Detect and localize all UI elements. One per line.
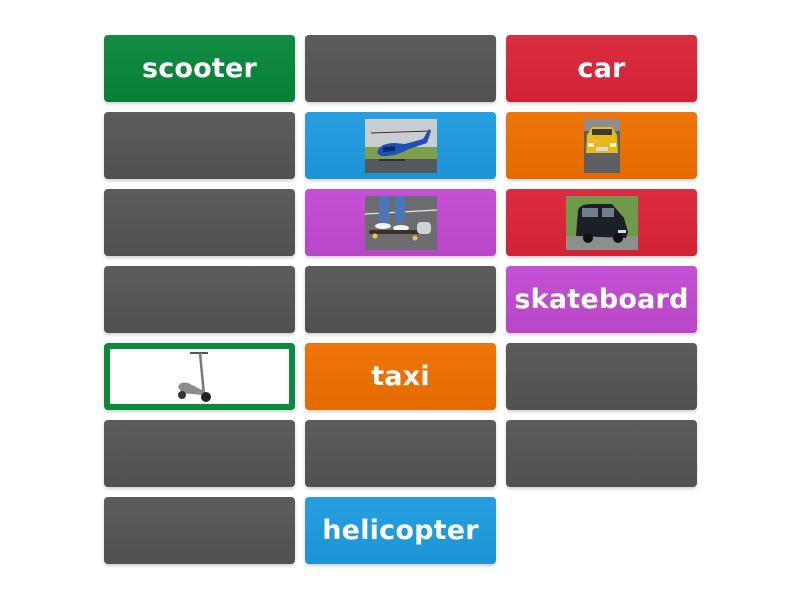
taxi-photo-icon [583,118,620,173]
tile-label: taxi [371,361,430,392]
image-tile-scooter-selected[interactable] [104,343,295,410]
image-tile-taxi[interactable] [506,112,697,179]
hidden-tile[interactable] [104,266,295,333]
hidden-tile[interactable] [305,35,496,102]
hidden-tile[interactable] [305,420,496,487]
scooter-photo-icon [173,349,226,404]
image-tile-helicopter[interactable] [305,112,496,179]
car-photo-icon [565,195,638,250]
tile-label: car [577,53,626,84]
hidden-tile[interactable] [104,112,295,179]
word-tile-taxi[interactable]: taxi [305,343,496,410]
helicopter-photo-icon [364,118,437,173]
image-tile-skateboard[interactable] [305,189,496,256]
hidden-tile[interactable] [104,497,295,564]
image-tile-car[interactable] [506,189,697,256]
word-tile-skateboard[interactable]: skateboard [506,266,697,333]
hidden-tile[interactable] [305,266,496,333]
hidden-tile[interactable] [506,343,697,410]
match-up-board: scooter car skateboard taxi helicopter [104,35,697,564]
skateboard-photo-icon [364,195,437,250]
hidden-tile[interactable] [104,189,295,256]
hidden-tile[interactable] [506,420,697,487]
tile-label: helicopter [322,515,479,546]
word-tile-helicopter[interactable]: helicopter [305,497,496,564]
tile-label: skateboard [514,284,689,315]
word-tile-scooter[interactable]: scooter [104,35,295,102]
hidden-tile[interactable] [104,420,295,487]
tile-label: scooter [141,53,258,84]
word-tile-car[interactable]: car [506,35,697,102]
